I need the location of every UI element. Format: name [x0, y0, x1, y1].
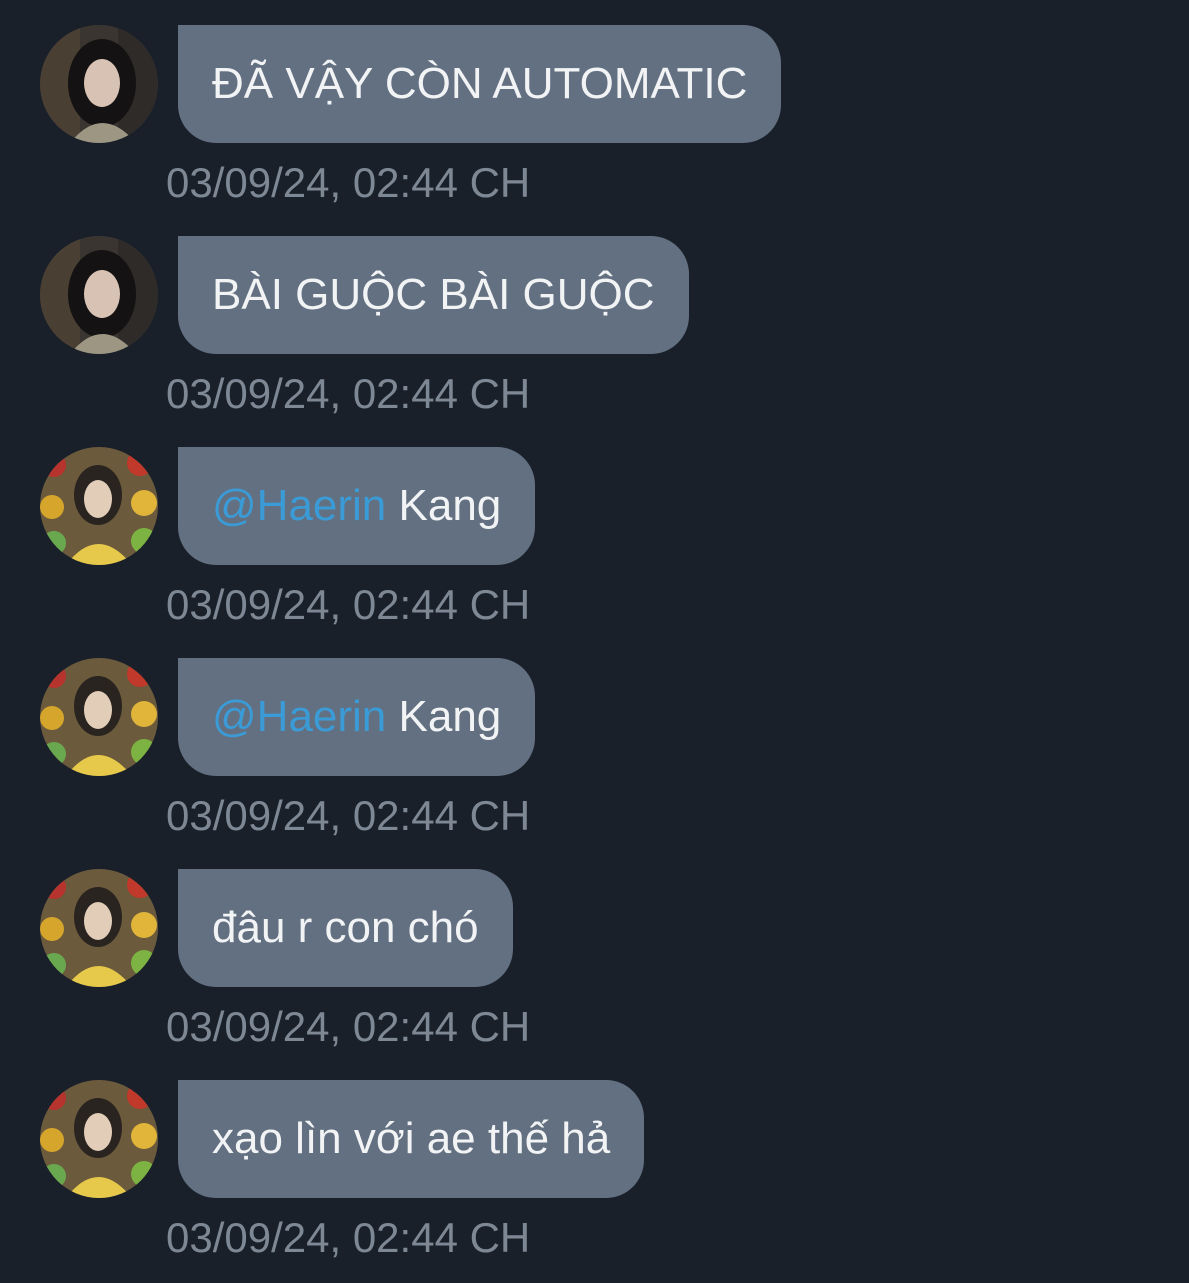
- sender-avatar[interactable]: [40, 658, 158, 776]
- message-row: @Haerin Kang 03/09/24, 02:44 CH: [0, 633, 1189, 844]
- message-bubble[interactable]: ĐÃ VẬY CÒN AUTOMATIC: [178, 25, 782, 143]
- message-text: BÀI GUỘC BÀI GUỘC: [212, 270, 655, 319]
- message-row: ĐÃ VẬY CÒN AUTOMATIC 03/09/24, 02:44 CH: [0, 0, 1189, 211]
- sender-avatar[interactable]: [40, 236, 158, 354]
- message-bubble[interactable]: đâu r con chó: [178, 869, 513, 987]
- sender-avatar[interactable]: [40, 869, 158, 987]
- message-row: @Haerin Kang 03/09/24, 02:44 CH: [0, 422, 1189, 633]
- girl-with-fruit-background-avatar: [40, 658, 158, 776]
- message-bubble[interactable]: xạo lìn với ae thế hả: [178, 1080, 645, 1198]
- mention-link[interactable]: @Haerin: [212, 481, 386, 530]
- sender-avatar[interactable]: [40, 447, 158, 565]
- chat-message-list[interactable]: ĐÃ VẬY CÒN AUTOMATIC 03/09/24, 02:44 CH …: [0, 0, 1189, 1280]
- sender-avatar[interactable]: [40, 1080, 158, 1198]
- message-bubble[interactable]: BÀI GUỘC BÀI GUỘC: [178, 236, 689, 354]
- message-row: xạo lìn với ae thế hả 03/09/24, 02:44 CH: [0, 1055, 1189, 1266]
- message-row: BÀI GUỘC BÀI GUỘC 03/09/24, 02:44 CH: [0, 211, 1189, 422]
- message-text: Kang: [386, 692, 502, 741]
- message-bubble[interactable]: @Haerin Kang: [178, 658, 536, 776]
- mention-link[interactable]: @Haerin: [212, 692, 386, 741]
- girl-with-fruit-background-avatar: [40, 447, 158, 565]
- message-text: xạo lìn với ae thế hả: [212, 1114, 611, 1163]
- message-timestamp: 03/09/24, 02:44 CH: [166, 1214, 531, 1261]
- message-text: ĐÃ VẬY CÒN AUTOMATIC: [212, 59, 748, 108]
- dark-haired-girl-avatar: [40, 25, 158, 143]
- message-row: đâu r con chó 03/09/24, 02:44 CH: [0, 844, 1189, 1055]
- message-bubble[interactable]: @Haerin Kang: [178, 447, 536, 565]
- message-text: đâu r con chó: [212, 903, 479, 952]
- girl-with-fruit-background-avatar: [40, 869, 158, 987]
- sender-avatar[interactable]: [40, 25, 158, 143]
- dark-haired-girl-avatar: [40, 236, 158, 354]
- girl-with-fruit-background-avatar: [40, 1080, 158, 1198]
- message-text: Kang: [386, 481, 502, 530]
